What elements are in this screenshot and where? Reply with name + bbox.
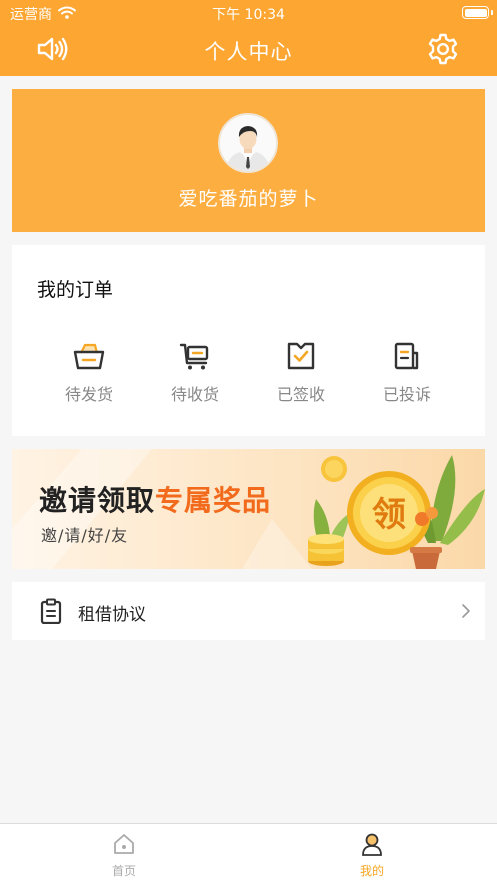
order-tab-pending-shipment[interactable]: 待发货: [44, 341, 134, 405]
order-label: 待发货: [64, 385, 113, 404]
invite-banner[interactable]: 邀请领取专属奖品 邀/请/好/友 领: [12, 449, 485, 569]
document-icon: [362, 341, 452, 371]
banner-title: 邀请领取专属奖品: [39, 479, 271, 519]
chevron-right-icon: [461, 603, 471, 623]
order-tab-pending-receipt[interactable]: 待收货: [150, 341, 240, 405]
battery-icon: [462, 6, 489, 19]
order-label: 已签收: [276, 385, 325, 404]
order-label: 待收货: [170, 385, 219, 404]
bottom-tab-bar: 首页 我的: [0, 823, 497, 883]
agreement-row[interactable]: 租借协议: [12, 582, 485, 640]
order-label: 已投诉: [382, 385, 431, 404]
battery-cap: [491, 10, 493, 15]
order-tab-complaint[interactable]: 已投诉: [362, 341, 452, 405]
cart-icon: [150, 341, 240, 371]
status-bar: 运营商 下午 10:34: [0, 0, 497, 26]
status-time: 下午 10:34: [212, 7, 285, 23]
header-bar: 运营商 下午 10:34 个人中心: [0, 0, 497, 76]
agreement-label: 租借协议: [78, 605, 146, 625]
tab-mine[interactable]: 我的: [332, 832, 412, 879]
settings-button[interactable]: [425, 32, 461, 70]
profile-card[interactable]: 爱吃番茄的萝卜: [12, 89, 485, 232]
banner-subtitle: 邀/请/好/友: [41, 526, 129, 545]
tab-label: 首页: [111, 864, 136, 878]
basket-icon: [44, 341, 134, 371]
home-icon: [84, 832, 164, 856]
username: 爱吃番茄的萝卜: [178, 188, 319, 210]
avatar[interactable]: [218, 113, 278, 173]
clipboard-icon: [39, 598, 63, 628]
page-title: 个人中心: [204, 40, 293, 64]
tab-home[interactable]: 首页: [84, 832, 164, 879]
orders-title: 我的订单: [37, 279, 114, 301]
banner-title-part2: 专属奖品: [155, 484, 272, 517]
person-icon: [332, 832, 412, 856]
coin-text: 领: [372, 495, 406, 535]
gold-coin-plant-illustration: 领: [302, 449, 485, 569]
signed-check-icon: [256, 341, 346, 371]
orders-card: 我的订单 待发货 待收货 已签收 已投诉: [12, 245, 485, 436]
gear-icon: [426, 32, 460, 70]
banner-title-part1: 邀请领取: [39, 484, 156, 517]
order-tab-signed[interactable]: 已签收: [256, 341, 346, 405]
tab-label: 我的: [359, 864, 384, 878]
